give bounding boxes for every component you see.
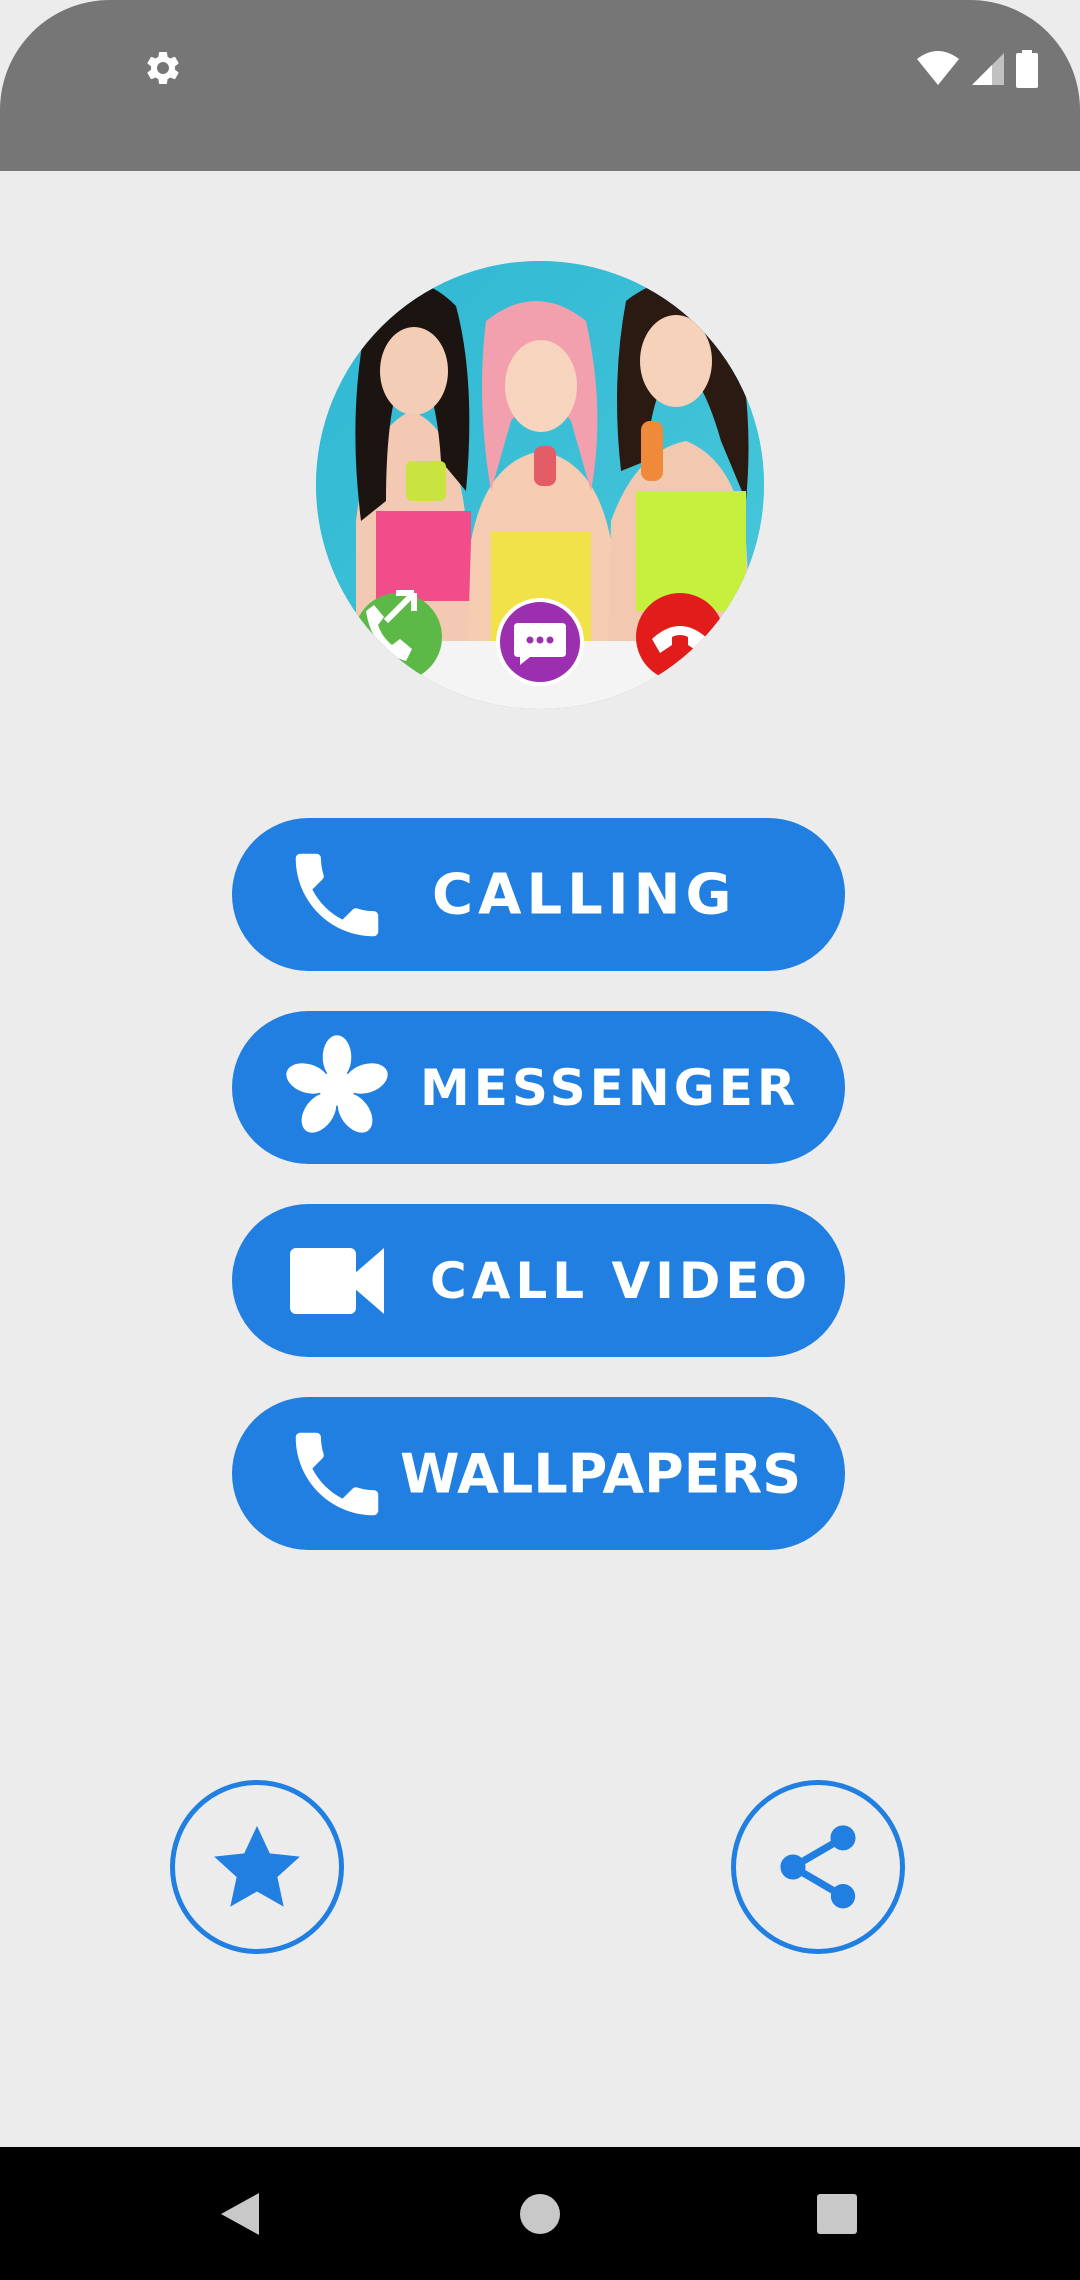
status-icons: [916, 50, 1038, 88]
app-screen: CALLING MESSENGER CALL VIDEO WALLPAPERS: [0, 0, 1080, 2280]
status-bar: [0, 0, 1080, 171]
wallpapers-button[interactable]: WALLPAPERS: [232, 1397, 845, 1550]
wallpapers-label: WALLPAPERS: [400, 1442, 802, 1505]
rate-button[interactable]: [170, 1780, 344, 1954]
message-icon: [496, 598, 584, 686]
messenger-label: MESSENGER: [420, 1058, 800, 1117]
nav-home-button[interactable]: [480, 2147, 600, 2280]
star-icon: [214, 1825, 300, 1907]
profile-avatar-image[interactable]: [316, 261, 764, 709]
avatar-illustration: [316, 261, 764, 709]
phone-icon: [295, 853, 379, 937]
battery-icon: [1016, 50, 1038, 88]
back-icon: [221, 2192, 259, 2235]
share-icon: [780, 1825, 856, 1909]
share-button[interactable]: [731, 1780, 905, 1954]
asterisk-flower-icon: [286, 1035, 388, 1133]
call-video-button[interactable]: CALL VIDEO: [232, 1204, 845, 1357]
decline-call-icon: [636, 593, 724, 681]
recents-icon: [817, 2193, 857, 2234]
wifi-icon: [917, 51, 959, 85]
accept-call-icon: [354, 590, 442, 681]
settings-gear-icon: [147, 51, 179, 84]
cellular-signal-icon: [972, 53, 1004, 85]
nav-back-button[interactable]: [180, 2147, 300, 2280]
navigation-bar: [0, 2147, 1080, 2280]
home-icon: [520, 2193, 560, 2234]
call-video-label: CALL VIDEO: [430, 1251, 812, 1310]
calling-label: CALLING: [432, 862, 737, 927]
phone-icon: [295, 1432, 379, 1516]
video-camera-icon: [290, 1248, 384, 1314]
nav-recents-button[interactable]: [777, 2147, 897, 2280]
messenger-button[interactable]: MESSENGER: [232, 1011, 845, 1164]
calling-button[interactable]: CALLING: [232, 818, 845, 971]
